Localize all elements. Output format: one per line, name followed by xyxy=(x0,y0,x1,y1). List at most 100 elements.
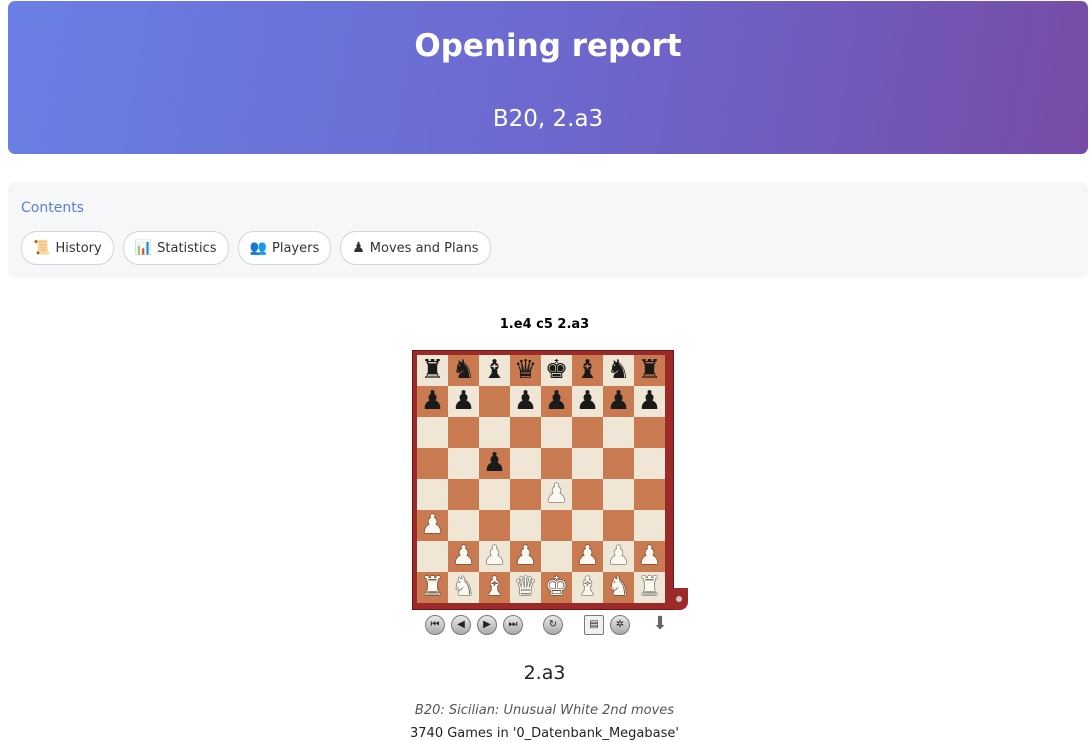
white-pawn-icon[interactable]: ♟ xyxy=(638,541,661,572)
download-icon[interactable]: ⬇ xyxy=(650,615,670,635)
white-bishop-icon[interactable]: ♝ xyxy=(576,572,599,603)
square-d1[interactable]: ♛ xyxy=(510,572,541,603)
square-d3[interactable] xyxy=(510,510,541,541)
square-b4[interactable] xyxy=(448,479,479,510)
square-h8[interactable]: ♜ xyxy=(634,355,665,386)
white-rook-icon[interactable]: ♜ xyxy=(421,572,444,603)
square-f4[interactable] xyxy=(572,479,603,510)
black-rook-icon[interactable]: ♜ xyxy=(421,355,444,386)
square-f1[interactable]: ♝ xyxy=(572,572,603,603)
square-a3[interactable]: ♟ xyxy=(417,510,448,541)
white-rook-icon[interactable]: ♜ xyxy=(638,572,661,603)
square-d7[interactable]: ♟ xyxy=(510,386,541,417)
black-knight-icon[interactable]: ♞ xyxy=(607,355,630,386)
square-b7[interactable]: ♟ xyxy=(448,386,479,417)
square-f8[interactable]: ♝ xyxy=(572,355,603,386)
square-c2[interactable]: ♟ xyxy=(479,541,510,572)
black-pawn-icon[interactable]: ♟ xyxy=(607,386,630,417)
square-e8[interactable]: ♚ xyxy=(541,355,572,386)
white-queen-icon[interactable]: ♛ xyxy=(514,572,537,603)
black-pawn-icon[interactable]: ♟ xyxy=(483,448,506,479)
square-f2[interactable]: ♟ xyxy=(572,541,603,572)
white-pawn-icon[interactable]: ♟ xyxy=(576,541,599,572)
black-pawn-icon[interactable]: ♟ xyxy=(576,386,599,417)
engine-icon[interactable]: ✲ xyxy=(610,615,630,635)
white-knight-icon[interactable]: ♞ xyxy=(452,572,475,603)
square-b5[interactable] xyxy=(448,448,479,479)
white-pawn-icon[interactable]: ♟ xyxy=(452,541,475,572)
square-a6[interactable] xyxy=(417,417,448,448)
black-pawn-icon[interactable]: ♟ xyxy=(514,386,537,417)
black-pawn-icon[interactable]: ♟ xyxy=(638,386,661,417)
square-h3[interactable] xyxy=(634,510,665,541)
square-g2[interactable]: ♟ xyxy=(603,541,634,572)
square-c8[interactable]: ♝ xyxy=(479,355,510,386)
white-king-icon[interactable]: ♚ xyxy=(545,572,568,603)
square-d8[interactable]: ♛ xyxy=(510,355,541,386)
square-a7[interactable]: ♟ xyxy=(417,386,448,417)
square-h6[interactable] xyxy=(634,417,665,448)
square-g7[interactable]: ♟ xyxy=(603,386,634,417)
square-h1[interactable]: ♜ xyxy=(634,572,665,603)
white-knight-icon[interactable]: ♞ xyxy=(607,572,630,603)
square-b8[interactable]: ♞ xyxy=(448,355,479,386)
board-resize-handle[interactable] xyxy=(673,588,688,610)
square-c6[interactable] xyxy=(479,417,510,448)
black-knight-icon[interactable]: ♞ xyxy=(452,355,475,386)
black-pawn-icon[interactable]: ♟ xyxy=(421,386,444,417)
tab-history[interactable]: 📜 History xyxy=(21,231,114,265)
next-move-icon[interactable]: ▶ xyxy=(477,615,497,635)
tab-statistics[interactable]: 📊 Statistics xyxy=(122,231,229,265)
white-pawn-icon[interactable]: ♟ xyxy=(545,479,568,510)
square-g4[interactable] xyxy=(603,479,634,510)
square-h2[interactable]: ♟ xyxy=(634,541,665,572)
black-pawn-icon[interactable]: ♟ xyxy=(452,386,475,417)
tab-moves-and-plans[interactable]: ♟ Moves and Plans xyxy=(340,231,491,265)
square-f5[interactable] xyxy=(572,448,603,479)
prev-move-icon[interactable]: ◀ xyxy=(451,615,471,635)
white-bishop-icon[interactable]: ♝ xyxy=(483,572,506,603)
square-e6[interactable] xyxy=(541,417,572,448)
square-g3[interactable] xyxy=(603,510,634,541)
black-king-icon[interactable]: ♚ xyxy=(545,355,568,386)
square-b6[interactable] xyxy=(448,417,479,448)
square-e4[interactable]: ♟ xyxy=(541,479,572,510)
square-a5[interactable] xyxy=(417,448,448,479)
square-c4[interactable] xyxy=(479,479,510,510)
square-e5[interactable] xyxy=(541,448,572,479)
black-bishop-icon[interactable]: ♝ xyxy=(576,355,599,386)
square-c1[interactable]: ♝ xyxy=(479,572,510,603)
last-move-icon[interactable]: ⏭ xyxy=(503,615,523,635)
square-h7[interactable]: ♟ xyxy=(634,386,665,417)
notation-icon[interactable]: ▤ xyxy=(584,615,604,635)
square-f3[interactable] xyxy=(572,510,603,541)
square-c7[interactable] xyxy=(479,386,510,417)
square-e2[interactable] xyxy=(541,541,572,572)
square-f7[interactable]: ♟ xyxy=(572,386,603,417)
black-bishop-icon[interactable]: ♝ xyxy=(483,355,506,386)
square-a1[interactable]: ♜ xyxy=(417,572,448,603)
black-queen-icon[interactable]: ♛ xyxy=(514,355,537,386)
square-h5[interactable] xyxy=(634,448,665,479)
tab-players[interactable]: 👥 Players xyxy=(237,231,332,265)
square-b2[interactable]: ♟ xyxy=(448,541,479,572)
white-pawn-icon[interactable]: ♟ xyxy=(607,541,630,572)
square-g5[interactable] xyxy=(603,448,634,479)
square-g6[interactable] xyxy=(603,417,634,448)
square-d6[interactable] xyxy=(510,417,541,448)
white-pawn-icon[interactable]: ♟ xyxy=(421,510,444,541)
square-h4[interactable] xyxy=(634,479,665,510)
square-a2[interactable] xyxy=(417,541,448,572)
square-e7[interactable]: ♟ xyxy=(541,386,572,417)
square-a8[interactable]: ♜ xyxy=(417,355,448,386)
white-pawn-icon[interactable]: ♟ xyxy=(483,541,506,572)
square-g8[interactable]: ♞ xyxy=(603,355,634,386)
square-e3[interactable] xyxy=(541,510,572,541)
square-f6[interactable] xyxy=(572,417,603,448)
black-pawn-icon[interactable]: ♟ xyxy=(545,386,568,417)
square-b1[interactable]: ♞ xyxy=(448,572,479,603)
chess-board[interactable]: ♜ ♞ ♝ ♛ ♚ ♝ ♞ ♜ ♟ ♟ ♟ ♟ ♟ ♟ ♟ ♟ ♟ ♟ ♟ ♟ ♟ ♟ ♟ ♟ ♜ ♞ ♝ ♛ ♚ ♝ ♞ ♜ xyxy=(417,355,665,603)
black-rook-icon[interactable]: ♜ xyxy=(638,355,661,386)
square-c3[interactable] xyxy=(479,510,510,541)
square-d2[interactable]: ♟ xyxy=(510,541,541,572)
